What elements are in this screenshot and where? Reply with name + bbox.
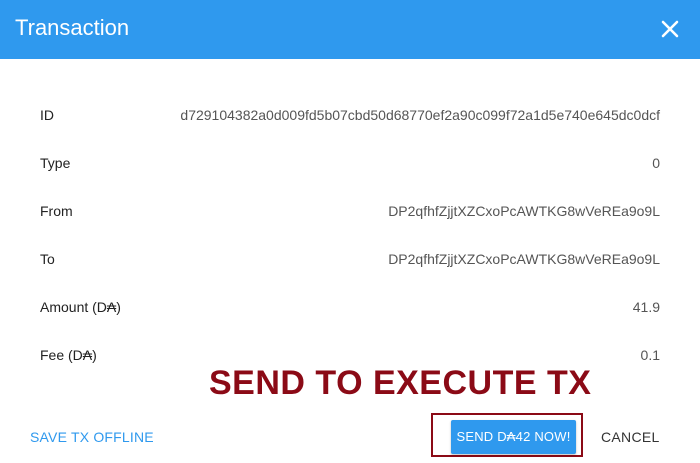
to-value: DP2qfhfZjjtXZCxoPcAWTKG8wVeREa9o9L [388, 251, 660, 267]
fee-value: 0.1 [640, 347, 660, 363]
amount-label: Amount (D₳) [40, 299, 121, 315]
field-row-from: From DP2qfhfZjjtXZCxoPcAWTKG8wVeREa9o9L [40, 199, 660, 223]
save-offline-button[interactable]: SAVE TX OFFLINE [30, 426, 154, 448]
transaction-dialog: Transaction ID d729104382a0d009fd5b07cbd… [0, 0, 700, 463]
send-now-button[interactable]: SEND D₳42 NOW! [451, 420, 576, 454]
field-row-to: To DP2qfhfZjjtXZCxoPcAWTKG8wVeREa9o9L [40, 247, 660, 271]
field-row-id: ID d729104382a0d009fd5b07cbd50d68770ef2a… [40, 103, 660, 127]
annotation-text: SEND TO EXECUTE TX [209, 364, 592, 402]
dialog-header: Transaction [0, 0, 700, 59]
to-label: To [40, 251, 55, 267]
amount-value: 41.9 [632, 299, 660, 315]
dialog-title: Transaction [15, 15, 130, 40]
close-icon [661, 20, 679, 38]
from-label: From [40, 203, 73, 219]
cancel-button[interactable]: CANCEL [601, 426, 660, 448]
id-value: d729104382a0d009fd5b07cbd50d68770ef2a90c… [180, 107, 660, 123]
field-row-amount: Amount (D₳) 41.9 [40, 295, 660, 319]
id-label: ID [40, 107, 54, 123]
type-value: 0 [652, 155, 660, 171]
field-row-type: Type 0 [40, 151, 660, 175]
type-label: Type [40, 155, 71, 171]
from-value: DP2qfhfZjjtXZCxoPcAWTKG8wVeREa9o9L [388, 203, 660, 219]
close-button[interactable] [658, 17, 682, 41]
fee-label: Fee (D₳) [40, 347, 97, 363]
